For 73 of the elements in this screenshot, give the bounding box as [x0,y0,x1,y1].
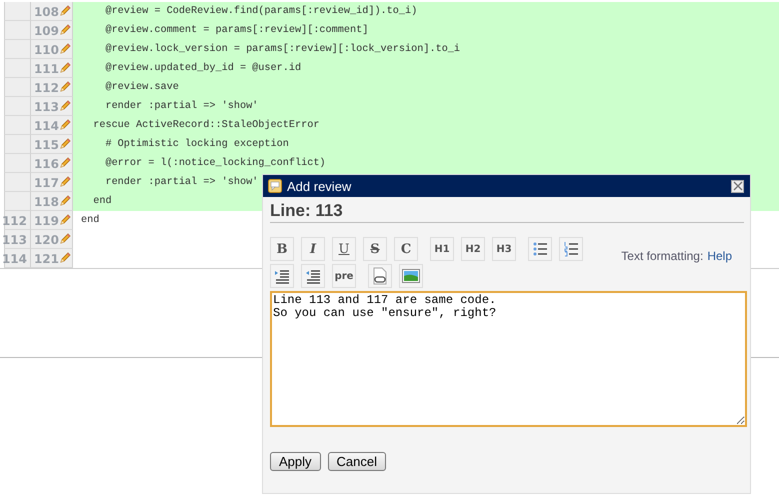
pencil-icon[interactable] [59,24,71,36]
pencil-icon[interactable] [59,214,71,226]
code-line: render :partial => 'show' [104,101,258,112]
line-number: 120 [34,233,59,247]
cancel-button[interactable]: Cancel [328,452,386,471]
format-button[interactable]: C [394,237,418,261]
line-number: 109 [34,24,59,38]
pencil-icon[interactable] [59,176,71,188]
line-number: 116 [34,157,59,171]
numbered-list-icon [563,241,579,257]
code-line: end [81,215,100,226]
format-button[interactable]: pre [332,264,356,288]
line-number: 112 [4,211,31,230]
pencil-icon[interactable] [59,252,71,264]
pencil-icon[interactable] [59,232,71,244]
comment-field[interactable]: Line 113 and 117 are same code. So you can use ″ensure″, right? [270,291,747,427]
link-button[interactable] [368,264,392,288]
format-button[interactable]: I [301,237,325,261]
help-label: Text formatting: [621,249,704,265]
pencil-icon[interactable] [59,42,71,54]
pencil-icon[interactable] [59,118,71,130]
bullet-list-button[interactable] [528,237,552,261]
format-button[interactable]: H1 [430,237,454,261]
pencil-icon[interactable] [59,4,71,16]
code-line: @review.comment = params[:review][:comment] [104,25,368,36]
close-button[interactable] [731,180,744,192]
format-button[interactable]: H2 [461,237,485,261]
format-button[interactable]: S [363,237,387,261]
code-line: end [92,196,112,207]
outdent-button[interactable] [301,264,325,288]
format-button[interactable]: H3 [492,237,516,261]
line-number: 111 [34,62,59,76]
code-line: @review.updated_by_id = @user.id [104,63,302,74]
apply-button[interactable]: Apply [270,452,321,471]
line-number: 112 [34,81,59,95]
pencil-icon[interactable] [59,100,71,112]
pencil-icon[interactable] [59,194,71,206]
code-line: @review = CodeReview.find(params[:review_id]).to_i) [104,6,418,17]
comment-icon [268,179,282,193]
indent-icon [274,268,290,284]
code-line: render :partial => 'show' [104,177,258,188]
line-number: 115 [34,138,59,152]
line-number: 108 [34,5,59,19]
numbered-list-button[interactable] [559,237,583,261]
line-number: 119 [34,214,59,228]
line-number: 114 [4,249,31,268]
format-button[interactable]: B [270,237,294,261]
code-line: rescue ActiveRecord::StaleObjectError [92,120,320,131]
line-number: 113 [34,100,59,114]
line-number: 114 [34,119,59,133]
line-number: 110 [34,43,59,57]
outdent-icon [305,268,321,284]
dialog-heading: Line: 113 [270,201,744,223]
pencil-icon[interactable] [59,62,71,74]
code-line: @review.lock_version = params[:review][:lock_version].to_i [104,44,460,55]
pencil-icon[interactable] [59,156,71,168]
help-link[interactable]: Help [707,249,732,288]
code-line: # Optimistic locking exception [104,139,289,150]
line-number: 117 [34,176,59,190]
indent-button[interactable] [270,264,294,288]
image-icon [402,269,420,283]
code-line: @review.save [104,82,179,93]
file-link-icon [372,267,388,285]
code-line: @error = l(:notice_locking_conflict) [104,158,326,169]
dialog-title: Add review [287,178,352,194]
pencil-icon[interactable] [59,80,71,92]
bullet-list-icon [532,241,548,257]
line-number: 118 [34,195,59,209]
image-button[interactable] [399,264,423,288]
format-button[interactable]: U [332,237,356,261]
pencil-icon[interactable] [59,138,71,150]
line-number: 121 [34,252,59,266]
line-number: 113 [4,230,31,249]
